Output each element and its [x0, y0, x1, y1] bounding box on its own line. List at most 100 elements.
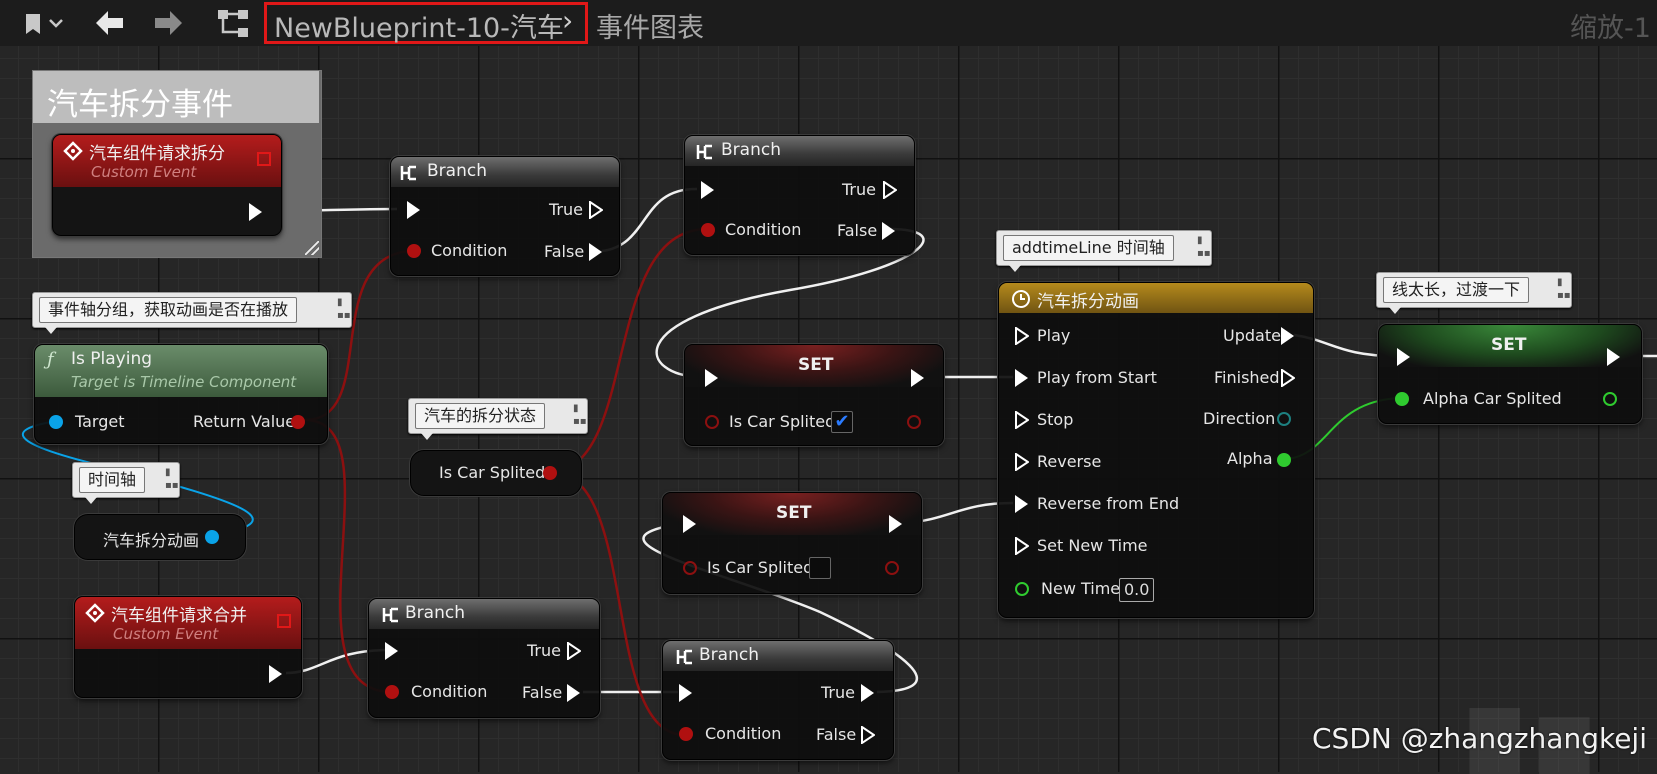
- exec-out-pin[interactable]: [1607, 348, 1620, 366]
- exec-in-pin-reverse-from-end[interactable]: [1015, 495, 1028, 513]
- exec-in-pin-stop[interactable]: [1015, 411, 1029, 429]
- timeline-node[interactable]: 汽车拆分动画 Play Play from Start Stop Reverse…: [998, 282, 1314, 618]
- node-title: Is Playing: [71, 349, 153, 369]
- node-comment-bubble[interactable]: addtimeLine 时间轴 ▮ ▪▪: [996, 230, 1212, 272]
- comment-title-bar[interactable]: 汽车拆分事件: [33, 71, 319, 123]
- arrow-left-icon[interactable]: [92, 0, 126, 61]
- pin-icon[interactable]: ▮ ▪▪: [337, 296, 351, 322]
- bool-pin-in[interactable]: [683, 561, 697, 575]
- node-comment-bubble[interactable]: 线太长，过渡一下 ▮ ▪▪: [1376, 272, 1572, 314]
- pin-icon[interactable]: ▮ ▪▪: [1197, 234, 1211, 260]
- bool-pin-condition[interactable]: [407, 244, 421, 258]
- object-pin-target[interactable]: [49, 415, 63, 429]
- exec-out-pin-false[interactable]: [567, 684, 580, 702]
- is-car-splited-variable-node[interactable]: Is Car Splited: [410, 450, 582, 496]
- exec-in-pin[interactable]: [683, 515, 696, 533]
- node-header: [369, 599, 599, 629]
- exec-in-pin-play[interactable]: [1015, 327, 1029, 345]
- bool-pin-in[interactable]: [705, 415, 719, 429]
- bool-pin-condition[interactable]: [385, 685, 399, 699]
- exec-in-pin[interactable]: [407, 201, 420, 219]
- function-icon: ƒ: [47, 349, 54, 370]
- float-pin-in[interactable]: [1395, 392, 1409, 406]
- bool-pin-condition[interactable]: [679, 727, 693, 741]
- object-pin-out[interactable]: [205, 530, 219, 544]
- float-pin-out[interactable]: [1603, 392, 1617, 406]
- bool-pin-return[interactable]: [291, 415, 305, 429]
- exec-out-pin-false[interactable]: [861, 726, 875, 744]
- checkbox-checked[interactable]: ✔: [831, 411, 853, 433]
- pin-label-reverse: Reverse: [1037, 452, 1102, 471]
- node-comment-bubble[interactable]: 汽车的拆分状态 ▮ ▪▪: [408, 398, 588, 440]
- pin-label-condition: Condition: [411, 682, 488, 701]
- set-alpha-car-splited-node[interactable]: SET Alpha Car Splited: [1378, 324, 1642, 424]
- exec-out-pin[interactable]: [911, 369, 924, 387]
- exec-out-pin[interactable]: [889, 515, 902, 533]
- pin-icon[interactable]: ▮ ▪▪: [573, 402, 587, 428]
- exec-out-pin-false[interactable]: [589, 243, 602, 261]
- branch-node-2[interactable]: Branch True Condition False: [684, 135, 915, 255]
- pin-label-condition: Condition: [725, 220, 802, 239]
- node-title: Branch: [699, 645, 759, 665]
- exec-in-pin[interactable]: [701, 181, 714, 199]
- branch-node-4[interactable]: Branch True Condition False: [662, 640, 894, 760]
- exec-in-pin[interactable]: [679, 684, 692, 702]
- pin-icon[interactable]: ▮ ▪▪: [165, 466, 179, 492]
- bool-pin-out[interactable]: [885, 561, 899, 575]
- pin-label-update: Update: [1223, 326, 1281, 345]
- graph-hierarchy-icon[interactable]: [216, 0, 252, 61]
- exec-out-pin[interactable]: [249, 203, 262, 221]
- event-diamond-icon: [85, 603, 105, 623]
- custom-event-split-node[interactable]: 汽车组件请求拆分 Custom Event: [52, 134, 282, 236]
- event-diamond-icon: [63, 141, 83, 161]
- branch-node-1[interactable]: Branch True Condition False: [390, 156, 620, 276]
- is-playing-node[interactable]: ƒ Is Playing Target is Timeline Componen…: [34, 344, 328, 444]
- bool-pin-out[interactable]: [543, 466, 557, 480]
- node-comment-bubble[interactable]: 时间轴 ▮ ▪▪: [72, 462, 180, 504]
- bookmark-icon[interactable]: [22, 0, 64, 61]
- float-pin-alpha[interactable]: [1277, 453, 1291, 467]
- resize-handle-icon[interactable]: [305, 241, 319, 255]
- node-title: 汽车组件请求合并: [111, 606, 247, 626]
- exec-out-pin-true[interactable]: [861, 684, 874, 702]
- exec-out-pin-update[interactable]: [1281, 327, 1294, 345]
- exec-in-pin[interactable]: [385, 642, 398, 660]
- exec-out-pin-true[interactable]: [883, 181, 897, 199]
- blueprint-name[interactable]: NewBlueprint-10-汽车: [274, 6, 564, 45]
- zoom-level: 缩放-1: [1570, 13, 1651, 44]
- custom-event-merge-node[interactable]: 汽车组件请求合并 Custom Event: [74, 596, 302, 698]
- graph-name[interactable]: 事件图表: [596, 6, 704, 45]
- arrow-right-icon[interactable]: [152, 0, 186, 61]
- exec-out-pin-true[interactable]: [589, 201, 603, 219]
- timeline-variable-node[interactable]: 汽车拆分动画: [74, 514, 246, 560]
- exec-out-pin-finished[interactable]: [1281, 369, 1295, 387]
- pin-label-false: False: [522, 683, 563, 702]
- exec-out-pin[interactable]: [269, 665, 282, 683]
- bool-pin-out[interactable]: [907, 415, 921, 429]
- exec-out-pin-true[interactable]: [567, 642, 581, 660]
- exec-in-pin-set-new-time[interactable]: [1015, 537, 1029, 555]
- node-header: [685, 136, 914, 166]
- exec-in-pin[interactable]: [705, 369, 718, 387]
- delegate-pin-icon[interactable]: [277, 614, 291, 628]
- set-is-car-splited-false-node[interactable]: SET Is Car Splited: [662, 492, 922, 594]
- pin-label-return: Return Value: [193, 412, 296, 431]
- branch-node-3[interactable]: Branch True Condition False: [368, 598, 600, 718]
- new-time-input[interactable]: 0.0: [1119, 578, 1155, 602]
- exec-in-pin-reverse[interactable]: [1015, 453, 1029, 471]
- node-comment-bubble[interactable]: 事件轴分组，获取动画是否在播放 ▮ ▪▪: [32, 292, 352, 334]
- pin-label-true: True: [842, 180, 876, 199]
- float-pin-new-time[interactable]: [1015, 582, 1029, 596]
- delegate-pin-icon[interactable]: [257, 152, 271, 166]
- exec-in-pin[interactable]: [1397, 348, 1410, 366]
- exec-out-pin-false[interactable]: [882, 222, 895, 240]
- pin-label-true: True: [821, 683, 855, 702]
- node-title: Branch: [405, 603, 465, 623]
- exec-in-pin-play-from-start[interactable]: [1015, 369, 1028, 387]
- pin-icon[interactable]: ▮ ▪▪: [1557, 276, 1571, 302]
- enum-pin-direction[interactable]: [1277, 412, 1291, 426]
- set-is-car-splited-true-node[interactable]: SET Is Car Splited ✔: [684, 344, 944, 446]
- bool-pin-condition[interactable]: [701, 223, 715, 237]
- checkbox-unchecked[interactable]: [809, 557, 831, 579]
- pin-label-condition: Condition: [431, 241, 508, 260]
